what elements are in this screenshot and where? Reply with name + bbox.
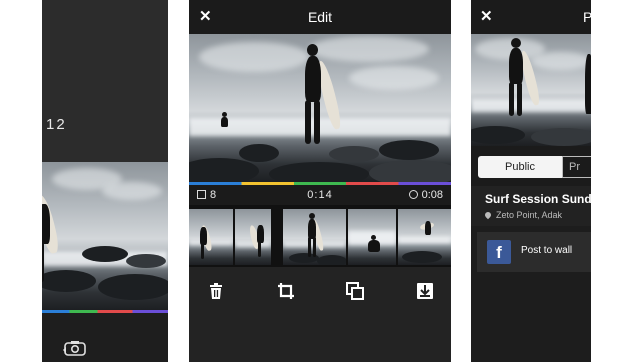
camera-viewfinder [42,0,168,162]
edit-toolbar [189,267,451,362]
duplicate-icon[interactable] [345,281,365,301]
edit-top-bar: ✕ Edit [189,0,451,34]
location-pin-icon [483,210,493,220]
recording-counter: 12 [46,116,67,133]
crop-icon[interactable] [276,281,296,301]
page-title: Pu [583,9,591,25]
clip-thumbnail[interactable] [348,209,396,265]
timeline-info-bar: 8 0:14 0:08 [189,185,451,205]
facebook-icon: f [487,240,511,264]
clip-thumbnail[interactable] [189,209,233,265]
close-icon[interactable]: ✕ [480,7,493,25]
post-options-area [471,272,591,362]
edit-phone-screen: ✕ Edit 8 0:14 0:08 [189,0,451,362]
page-title: Edit [307,9,333,25]
post-top-bar: ✕ Pu [471,0,591,34]
clip-thumbnail[interactable] [235,209,271,265]
trash-icon[interactable] [206,281,226,301]
clip-thumbnail-selected[interactable] [283,209,346,265]
post-to-wall-button[interactable]: f Post to wall [477,232,591,272]
camera-preview-photo [42,162,168,310]
session-location: Zeto Point, Adak [483,210,562,220]
session-title: Surf Session Sunday [485,192,591,206]
clip-thumbnail[interactable] [398,209,451,265]
post-phone-screen: ✕ Pu Public Pr Surf Session Sunday Zeto … [471,0,591,362]
session-info: Surf Session Sunday Zeto Point, Adak [471,186,591,226]
visibility-segmented-control: Public Pr [471,146,591,186]
clip-thumbnail-strip[interactable] [189,205,451,267]
video-preview[interactable] [189,34,451,182]
visibility-public-button[interactable]: Public [478,156,562,178]
download-icon[interactable] [415,281,435,301]
post-to-wall-label: Post to wall [521,245,573,256]
camera-flip-icon[interactable] [62,340,88,359]
left-phone-screen: 12 [42,0,168,362]
visibility-private-button[interactable]: Pr [562,156,591,178]
clock-icon [408,190,418,199]
camera-controls-bar [42,313,168,362]
clip-duration: 0:08 [408,189,443,201]
post-preview-photo [471,34,591,146]
